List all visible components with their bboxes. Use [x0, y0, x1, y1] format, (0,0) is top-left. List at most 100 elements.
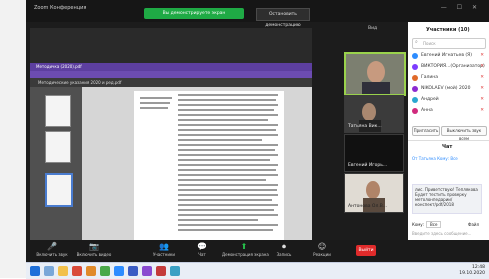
clock-time: 12:48	[472, 265, 485, 270]
participant-row[interactable]: Анна ✕	[412, 107, 486, 116]
sharing-banner[interactable]: Вы демонстрируете экран	[144, 8, 244, 19]
browser-icon[interactable]	[142, 266, 152, 276]
muted-mic-icon: ✕	[480, 75, 484, 80]
participant-avatar	[412, 86, 418, 92]
muted-mic-icon: ✕	[480, 53, 484, 58]
pdf-thumbnail[interactable]	[45, 95, 71, 127]
search-input[interactable]: ⌕ Поиск	[412, 38, 486, 49]
browser-tab-title[interactable]: Методичка (2020).pdf	[36, 64, 82, 69]
mute-all-button[interactable]: Выключить звук всем	[441, 126, 487, 141]
start-button-icon[interactable]	[30, 266, 40, 276]
chat-title: Чат	[442, 144, 453, 150]
tile-name: Татьяна Вик...	[348, 124, 382, 129]
participants-icon: 👥	[159, 242, 169, 251]
app-icon[interactable]	[170, 266, 180, 276]
pdf-filename: Методические указания 2020 и ред.pdf	[38, 80, 122, 85]
participant-name: Евгений Игнатьев (Я)	[421, 53, 473, 58]
chat-recipient-select[interactable]: Все	[426, 221, 442, 228]
zoom-window: Zoom Конференция Вы демонстрируете экран…	[26, 0, 489, 279]
ie-icon[interactable]	[44, 266, 54, 276]
muted-mic-icon: ✕	[480, 97, 484, 102]
unmute-button[interactable]: 🎤 Включить звук	[32, 242, 72, 257]
video-tile[interactable]: Евгений Игорь...	[344, 134, 404, 172]
left-edge-strip	[0, 0, 27, 278]
share-screen-button[interactable]: ⬆ Демонстрация экрана	[222, 242, 269, 257]
chat-message: лис. Приветствую! Теплякова Будет тестит…	[412, 184, 482, 214]
tile-name: Евгений Игорь...	[348, 163, 388, 168]
chat-to-label: Кому:	[412, 222, 425, 227]
browser-tab-bar[interactable]: Методичка (2020).pdf	[30, 63, 312, 71]
participant-name: NIKOLAEV (мой) 2020	[421, 86, 471, 91]
pdf-browser-window: Методичка (2020).pdf Методические указан…	[30, 63, 312, 241]
participant-row[interactable]: NIKOLAEV (мой) 2020 ✕	[412, 85, 486, 94]
search-icon: ⌕	[415, 39, 418, 45]
participant-avatar	[412, 75, 418, 81]
chat-button[interactable]: 💬 Чат	[182, 242, 222, 257]
pdf-thumbnails	[30, 87, 82, 241]
participant-row[interactable]: Галина ✕	[412, 74, 486, 83]
pdf-reader-icon[interactable]	[156, 266, 166, 276]
meeting-top-bar: Zoom Конференция Вы демонстрируете экран…	[26, 0, 489, 28]
participants-title: Участники (10)	[426, 27, 470, 33]
view-label[interactable]: Вид	[368, 26, 377, 31]
pdf-thumbnail[interactable]	[45, 131, 71, 163]
participant-portrait	[346, 54, 404, 94]
button-label: Запись	[276, 252, 292, 257]
participant-row[interactable]: Андрей ✕	[412, 96, 486, 105]
chat-input[interactable]: Введите здесь сообщение...	[412, 231, 471, 236]
button-label: Участники	[152, 252, 175, 257]
pdf-document-area	[82, 87, 312, 241]
windows-taskbar: 12:48 19.10.2020	[26, 262, 489, 279]
chat-sender: От Татьяна Кому: Все	[412, 156, 458, 161]
participants-button[interactable]: 👥 Участники	[144, 242, 184, 257]
reactions-button[interactable]: ☺ Реакции	[302, 242, 342, 257]
participant-row[interactable]: ВИКТОРИЯ...(Организатор) ✕	[412, 63, 486, 72]
record-button[interactable]: ⏺ Запись	[264, 242, 304, 257]
record-icon: ⏺	[282, 242, 286, 251]
camera-icon: 📷	[89, 242, 99, 251]
video-tile-active[interactable]	[344, 52, 406, 96]
stop-share-button[interactable]: Остановить демонстрацию	[256, 8, 310, 28]
button-label: Чат	[198, 252, 206, 257]
word-icon[interactable]	[128, 266, 138, 276]
folder-icon[interactable]	[58, 266, 68, 276]
start-video-button[interactable]: 📷 Включить видео	[74, 242, 114, 257]
participant-name: Анна	[421, 108, 433, 113]
clock-date: 19.10.2020	[459, 271, 485, 276]
shared-screen: Методичка (2020).pdf Методические указан…	[30, 28, 312, 241]
app-icon[interactable]	[86, 266, 96, 276]
invite-button[interactable]: Пригласить	[412, 126, 440, 136]
video-tile[interactable]: Антонова Ол.В...	[344, 173, 404, 213]
pdf-thumbnail-selected[interactable]	[45, 173, 73, 207]
button-label: Включить звук	[36, 252, 68, 257]
button-label: Реакции	[313, 252, 331, 257]
muted-mic-icon: ✕	[480, 108, 484, 113]
participant-avatar	[412, 108, 418, 114]
button-label: Включить видео	[76, 252, 112, 257]
microphone-icon: 🎤	[47, 242, 57, 251]
panel-divider	[408, 140, 489, 141]
participant-avatar	[412, 53, 418, 59]
zoom-icon[interactable]	[114, 266, 124, 276]
system-clock[interactable]: 12:48 19.10.2020	[459, 265, 485, 277]
pdf-toolbar: Методические указания 2020 и ред.pdf	[30, 78, 312, 87]
muted-mic-icon: ✕	[480, 64, 484, 69]
chat-file-button[interactable]: Файл	[468, 222, 479, 227]
video-tile[interactable]: Татьяна Вик...	[344, 95, 404, 133]
window-controls[interactable]: — ☐ ✕	[441, 4, 481, 11]
meeting-controls: 🎤 Включить звук 📷 Включить видео 👥 Участ…	[26, 240, 489, 262]
browser-address-bar[interactable]	[30, 71, 312, 78]
end-meeting-button[interactable]: Выйти	[356, 245, 376, 256]
media-player-icon[interactable]	[72, 266, 82, 276]
share-screen-icon: ⬆	[240, 242, 248, 251]
button-label: Демонстрация экрана	[222, 252, 269, 257]
muted-mic-icon: ✕	[480, 86, 484, 91]
participant-name: Галина	[421, 75, 439, 80]
participant-avatar	[412, 97, 418, 103]
search-placeholder: Поиск	[423, 41, 436, 46]
participant-row[interactable]: Евгений Игнатьев (Я) ✕	[412, 52, 486, 61]
tile-name: Антонова Ол.В...	[348, 204, 388, 209]
window-title: Zoom Конференция	[34, 5, 87, 11]
chrome-icon[interactable]	[100, 266, 110, 276]
reactions-icon: ☺	[317, 242, 327, 251]
